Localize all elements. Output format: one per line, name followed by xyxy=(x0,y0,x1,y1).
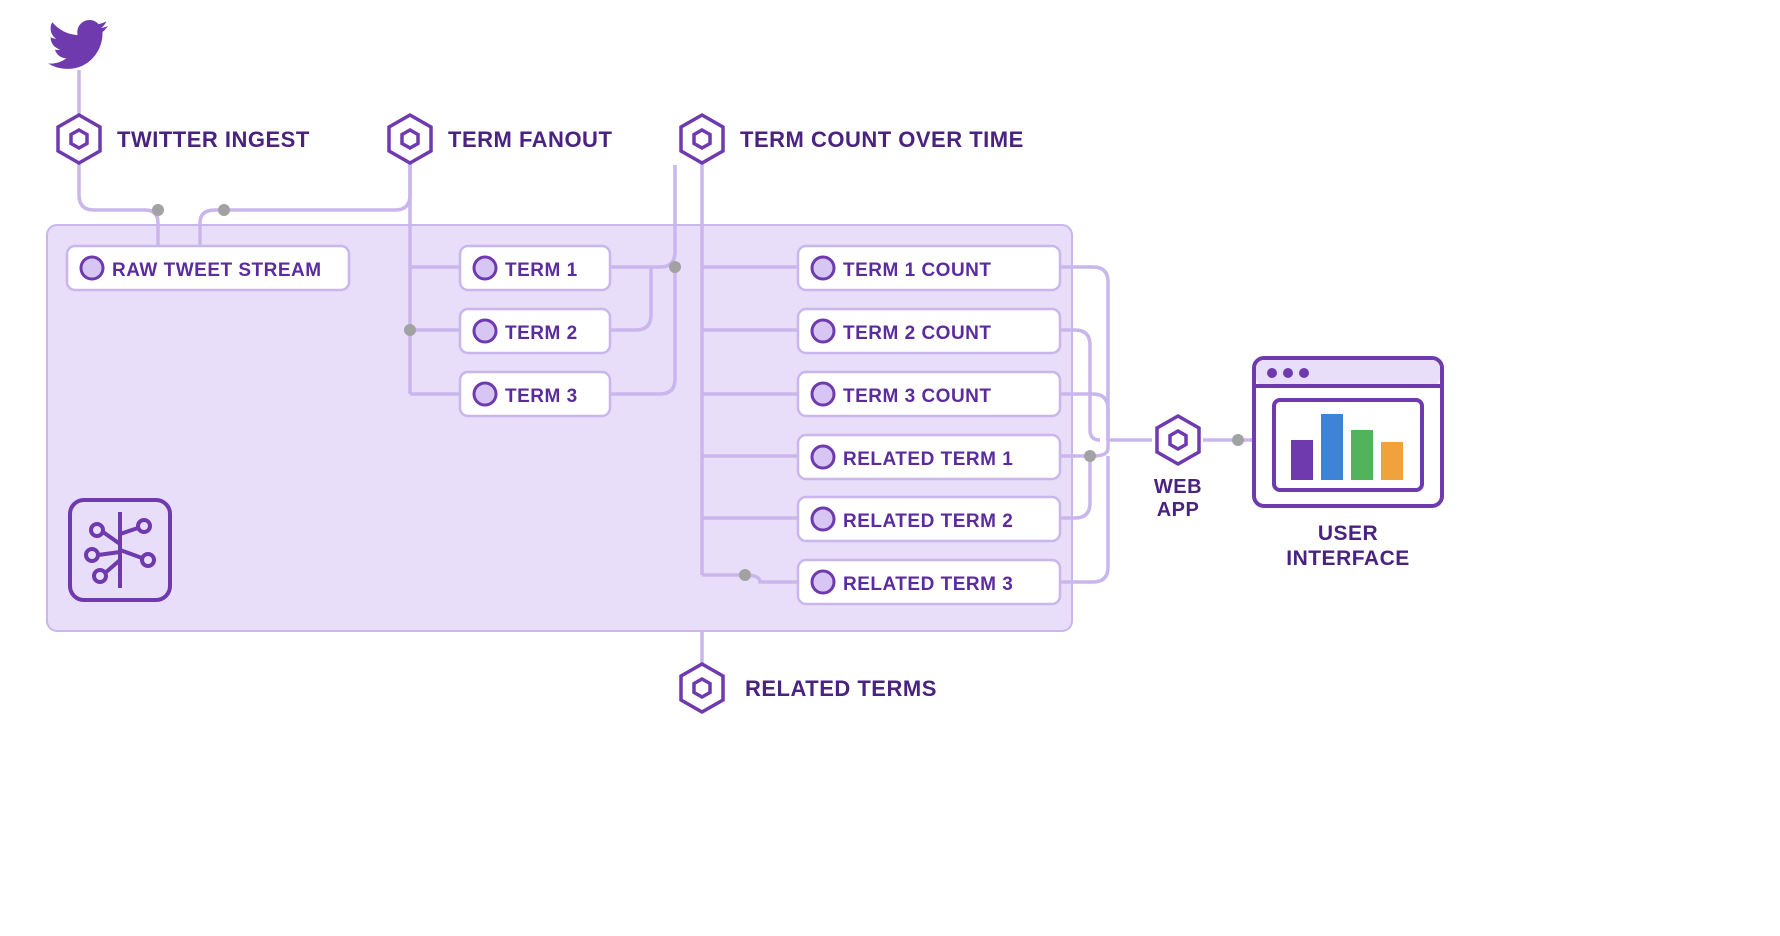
pill-term-1: TERM 1 xyxy=(460,246,610,290)
label-web-app-2: APP xyxy=(1157,499,1200,521)
bar-chart-bar-icon xyxy=(1381,442,1403,480)
pill-label: TERM 3 xyxy=(505,386,578,407)
pill-raw-tweet-stream: RAW TWEET STREAM xyxy=(67,246,349,290)
bar-chart-bar-icon xyxy=(1351,430,1373,480)
hex-twitter-ingest xyxy=(58,115,100,163)
bar-chart-bar-icon xyxy=(1291,440,1313,480)
pill-label: TERM 3 COUNT xyxy=(843,386,992,407)
label-ui-1: USER xyxy=(1318,522,1378,545)
pill-related-3: RELATED TERM 3 xyxy=(798,560,1060,604)
label-related-terms: RELATED TERMS xyxy=(745,676,937,701)
twitter-icon xyxy=(48,20,108,69)
pill-term-3: TERM 3 xyxy=(460,372,610,416)
pill-label: TERM 1 COUNT xyxy=(843,260,992,281)
pill-term-3-count: TERM 3 COUNT xyxy=(798,372,1060,416)
hex-term-fanout xyxy=(389,115,431,163)
architecture-diagram: TWITTER INGEST TERM FANOUT TERM COUNT OV… xyxy=(0,0,1500,780)
pill-term-2: TERM 2 xyxy=(460,309,610,353)
pill-label: RELATED TERM 3 xyxy=(843,574,1013,595)
pill-label: TERM 2 COUNT xyxy=(843,323,992,344)
hex-term-count xyxy=(681,115,723,163)
label-term-count: TERM COUNT OVER TIME xyxy=(740,127,1024,152)
pill-label: TERM 1 xyxy=(505,260,578,281)
pill-related-1: RELATED TERM 1 xyxy=(798,435,1060,479)
user-interface-icon xyxy=(1254,358,1442,506)
bar-chart-bar-icon xyxy=(1321,414,1343,480)
pill-term-2-count: TERM 2 COUNT xyxy=(798,309,1060,353)
pill-term-1-count: TERM 1 COUNT xyxy=(798,246,1060,290)
label-ui-2: INTERFACE xyxy=(1286,547,1410,570)
pill-label: RELATED TERM 2 xyxy=(843,511,1013,532)
pill-related-2: RELATED TERM 2 xyxy=(798,497,1060,541)
hex-related-terms xyxy=(681,664,723,712)
label-twitter-ingest: TWITTER INGEST xyxy=(117,127,310,152)
pill-label: RAW TWEET STREAM xyxy=(112,260,322,281)
label-web-app-1: WEB xyxy=(1154,476,1202,498)
pill-label: TERM 2 xyxy=(505,323,578,344)
hex-web-app xyxy=(1157,416,1199,464)
pill-label: RELATED TERM 1 xyxy=(843,449,1013,470)
label-term-fanout: TERM FANOUT xyxy=(448,127,612,152)
